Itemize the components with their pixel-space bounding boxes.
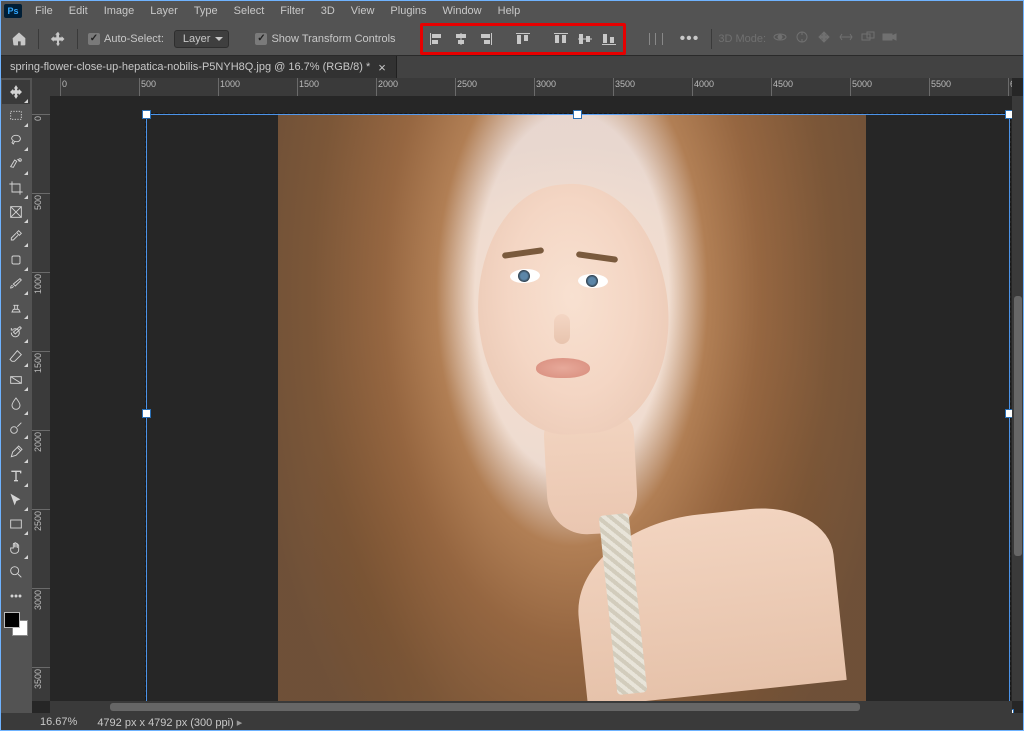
canvas-area: 0500100015002000250030003500400045005000… <box>32 78 1024 713</box>
menu-bar: Ps File Edit Image Layer Type Select Fil… <box>0 0 1024 22</box>
menu-select[interactable]: Select <box>227 2 272 20</box>
3d-mode-label: 3D Mode: <box>718 33 766 45</box>
show-transform-checkbox[interactable]: Show Transform Controls <box>251 33 399 45</box>
image-nose <box>554 314 570 344</box>
clone-stamp-tool[interactable] <box>2 296 30 320</box>
align-bottom-edges-icon[interactable] <box>597 28 621 50</box>
slide-icon <box>838 30 854 47</box>
close-tab-icon[interactable]: × <box>378 60 386 75</box>
menu-3d[interactable]: 3D <box>314 2 342 20</box>
align-top-edges-icon[interactable] <box>511 28 535 50</box>
horizontal-scrollbar[interactable] <box>50 701 1012 713</box>
brush-tool[interactable] <box>2 272 30 296</box>
more-options-icon[interactable]: ••• <box>674 30 706 48</box>
roll-icon <box>794 30 810 47</box>
document-tab[interactable]: spring-flower-close-up-hepatica-nobilis-… <box>0 56 397 78</box>
menu-view[interactable]: View <box>344 2 382 20</box>
divider <box>77 29 78 49</box>
crop-tool[interactable] <box>2 176 30 200</box>
menu-file[interactable]: File <box>28 2 60 20</box>
document-image <box>278 114 866 713</box>
divider <box>711 29 712 49</box>
status-bar: 16.67% 4792 px x 4792 px (300 ppi) <box>0 713 1024 731</box>
auto-select-target-dropdown[interactable]: Layer <box>174 30 230 48</box>
menu-plugins[interactable]: Plugins <box>383 2 433 20</box>
document-dimensions[interactable]: 4792 px x 4792 px (300 ppi) <box>97 716 242 729</box>
type-tool[interactable] <box>2 464 30 488</box>
menu-layer[interactable]: Layer <box>143 2 185 20</box>
checkbox-checked-icon <box>255 33 267 45</box>
ps-logo: Ps <box>4 4 22 18</box>
scrollbar-thumb[interactable] <box>110 703 860 711</box>
vertical-scrollbar[interactable] <box>1012 96 1024 701</box>
zoom-level[interactable]: 16.67% <box>40 716 77 728</box>
camera-icon <box>882 30 898 47</box>
menu-type[interactable]: Type <box>187 2 225 20</box>
workspace: 0500100015002000250030003500400045005000… <box>0 78 1024 713</box>
ruler-corner <box>32 78 50 96</box>
lasso-tool[interactable] <box>2 128 30 152</box>
menu-help[interactable]: Help <box>491 2 528 20</box>
vertical-ruler[interactable]: 05001000150020002500300035004000 <box>32 96 50 701</box>
divider <box>38 29 39 49</box>
align-left-edges-icon[interactable] <box>425 28 449 50</box>
distribute-horizontal-icon <box>644 28 668 50</box>
spot-healing-tool[interactable] <box>2 248 30 272</box>
auto-select-label: Auto-Select: <box>104 33 164 45</box>
edit-toolbar-icon[interactable] <box>2 584 30 608</box>
pen-tool[interactable] <box>2 440 30 464</box>
color-swatches[interactable] <box>4 612 28 636</box>
auto-select-checkbox[interactable]: Auto-Select: <box>84 33 168 45</box>
eyedropper-tool[interactable] <box>2 224 30 248</box>
menu-filter[interactable]: Filter <box>273 2 311 20</box>
move-tool-icon[interactable] <box>45 26 71 52</box>
dodge-tool[interactable] <box>2 416 30 440</box>
path-selection-tool[interactable] <box>2 488 30 512</box>
scrollbar-thumb[interactable] <box>1014 296 1022 556</box>
quick-selection-tool[interactable] <box>2 152 30 176</box>
history-brush-tool[interactable] <box>2 320 30 344</box>
image-lips <box>536 358 590 378</box>
rectangle-tool[interactable] <box>2 512 30 536</box>
checkbox-checked-icon <box>88 33 100 45</box>
move-tool[interactable] <box>2 80 30 104</box>
canvas-viewport[interactable] <box>50 96 1012 701</box>
menu-image[interactable]: Image <box>97 2 142 20</box>
scale-icon <box>860 30 876 47</box>
align-vertical-top-icon[interactable] <box>549 28 573 50</box>
blur-tool[interactable] <box>2 392 30 416</box>
frame-tool[interactable] <box>2 200 30 224</box>
align-horizontal-centers-icon[interactable] <box>449 28 473 50</box>
gradient-tool[interactable] <box>2 368 30 392</box>
pan-icon <box>816 30 832 47</box>
eraser-tool[interactable] <box>2 344 30 368</box>
home-icon[interactable] <box>6 26 32 52</box>
foreground-color-swatch[interactable] <box>4 612 20 628</box>
orbit-icon <box>772 30 788 47</box>
menu-edit[interactable]: Edit <box>62 2 95 20</box>
show-transform-label: Show Transform Controls <box>271 33 395 45</box>
document-background <box>146 114 1010 713</box>
align-vertical-centers-icon[interactable] <box>573 28 597 50</box>
rectangular-marquee-tool[interactable] <box>2 104 30 128</box>
zoom-tool[interactable] <box>2 560 30 584</box>
horizontal-ruler[interactable]: 0500100015002000250030003500400045005000… <box>50 78 1012 96</box>
left-toolbar <box>0 78 32 713</box>
options-bar: Auto-Select: Layer Show Transform Contro… <box>0 22 1024 56</box>
3d-mode-group: 3D Mode: <box>718 30 898 47</box>
document-tab-label: spring-flower-close-up-hepatica-nobilis-… <box>10 61 370 73</box>
hand-tool[interactable] <box>2 536 30 560</box>
document-tab-strip: spring-flower-close-up-hepatica-nobilis-… <box>0 56 1024 78</box>
menu-window[interactable]: Window <box>436 2 489 20</box>
align-right-edges-icon[interactable] <box>473 28 497 50</box>
alignment-buttons-highlight <box>420 23 626 55</box>
